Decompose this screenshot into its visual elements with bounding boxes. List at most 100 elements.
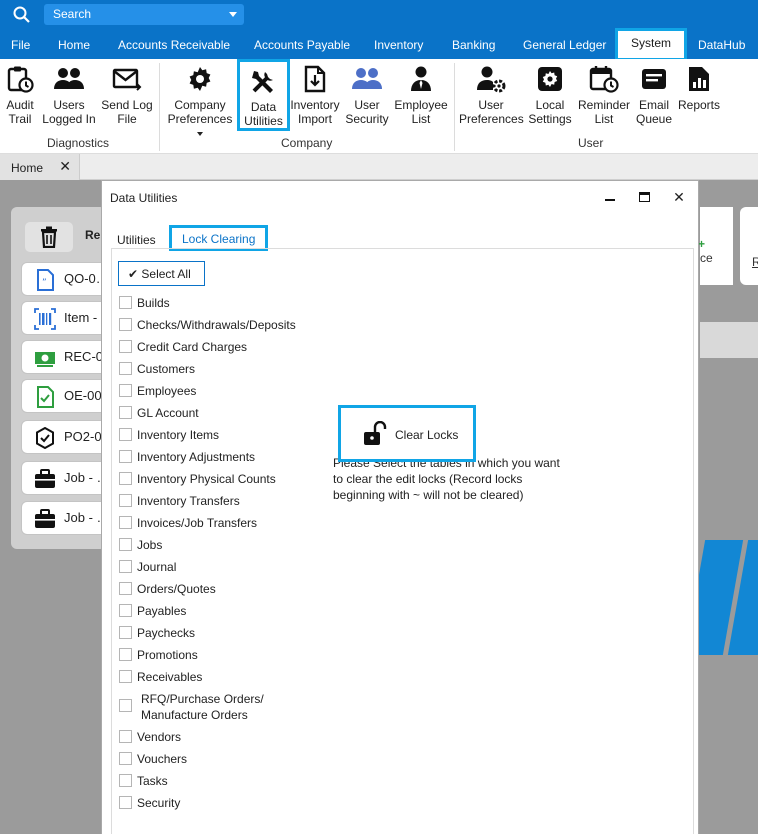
checkbox[interactable] bbox=[119, 796, 132, 809]
company-preferences-label-2: Preferences bbox=[164, 112, 236, 140]
checkbox[interactable] bbox=[119, 450, 132, 463]
checkbox[interactable] bbox=[119, 428, 132, 441]
recent-item[interactable]: Job - … bbox=[21, 501, 111, 535]
recent-item[interactable]: PO2-0… bbox=[21, 420, 111, 454]
maximize-box bbox=[638, 192, 650, 202]
tab-home[interactable]: Home ✕ bbox=[0, 154, 80, 180]
checkbox-label: Inventory Adjustments bbox=[137, 450, 256, 464]
background-card-text: ce bbox=[700, 251, 713, 265]
inventory-import-label-1: Inventory bbox=[290, 98, 340, 112]
minimize-icon[interactable] bbox=[600, 187, 620, 207]
quote-doc-icon: ” bbox=[37, 269, 54, 291]
ribbon-separator bbox=[159, 63, 160, 151]
data-utilities-button[interactable]: Data Utilities bbox=[237, 59, 290, 131]
barcode-icon bbox=[34, 308, 56, 330]
users-logged-in-button[interactable]: Users Logged In bbox=[40, 65, 98, 126]
checkbox[interactable] bbox=[119, 318, 132, 331]
checkbox-label: Payables bbox=[137, 604, 187, 618]
inventory-import-button[interactable]: Inventory Import bbox=[289, 65, 341, 126]
checkbox[interactable] bbox=[119, 494, 132, 507]
checkbox[interactable] bbox=[119, 670, 132, 683]
email-queue-button[interactable]: Email Queue bbox=[634, 65, 674, 126]
company-preferences-label-1: Company bbox=[174, 98, 226, 112]
checkbox[interactable] bbox=[119, 538, 132, 551]
briefcase-icon bbox=[35, 509, 55, 528]
audit-trail-button[interactable]: Audit Trail bbox=[4, 65, 36, 126]
select-all-button[interactable]: ✔ Select All bbox=[118, 261, 205, 286]
recent-item[interactable]: Job - … bbox=[21, 461, 111, 495]
checkbox[interactable] bbox=[119, 362, 132, 375]
tab-home-label: Home bbox=[11, 161, 44, 175]
user-security-button[interactable]: User Security bbox=[343, 65, 391, 126]
checkbox[interactable] bbox=[119, 406, 132, 419]
recent-item[interactable]: ” QO-0… bbox=[21, 262, 111, 296]
chevron-down-icon[interactable] bbox=[229, 12, 237, 17]
group-user: User bbox=[578, 136, 604, 150]
checkbox-label: Tasks bbox=[137, 774, 168, 788]
close-icon[interactable]: ✕ bbox=[59, 158, 71, 175]
inventory-import-label-2: Import bbox=[297, 112, 332, 126]
checkbox[interactable] bbox=[119, 626, 132, 639]
reminder-list-label-1: Reminder bbox=[577, 98, 631, 112]
email-queue-icon bbox=[642, 69, 666, 89]
menu-inventory[interactable]: Inventory bbox=[374, 30, 423, 59]
checkbox[interactable] bbox=[119, 648, 132, 661]
menu-banking[interactable]: Banking bbox=[452, 30, 495, 59]
checkbox[interactable] bbox=[119, 604, 132, 617]
checkbox[interactable] bbox=[119, 699, 132, 712]
background-card: R bbox=[740, 207, 758, 285]
send-log-file-button[interactable]: Send Log File bbox=[100, 65, 154, 126]
menu-file[interactable]: File bbox=[11, 30, 30, 59]
main-menu: File Home Accounts Receivable Accounts P… bbox=[0, 28, 758, 61]
search-input[interactable]: Search bbox=[44, 4, 244, 25]
employee-list-button[interactable]: Employee List bbox=[394, 65, 448, 126]
checkbox-label: Invoices/Job Transfers bbox=[137, 516, 258, 530]
menu-datahub[interactable]: DataHub bbox=[698, 30, 745, 59]
checkbox-label: Paychecks bbox=[137, 626, 196, 640]
reports-button[interactable]: Reports bbox=[677, 65, 721, 112]
reminder-list-button[interactable]: Reminder List bbox=[576, 65, 632, 126]
company-preferences-button[interactable]: Company Preferences bbox=[164, 65, 236, 140]
local-settings-button[interactable]: Local Settings bbox=[526, 65, 574, 126]
recent-item[interactable]: REC-0… bbox=[21, 340, 111, 374]
email-queue-label-1: Email bbox=[638, 98, 669, 112]
checkbox-label: Orders/Quotes bbox=[137, 582, 216, 596]
checkbox[interactable] bbox=[119, 582, 132, 595]
checkbox[interactable] bbox=[119, 774, 132, 787]
checkbox[interactable] bbox=[119, 730, 132, 743]
user-preferences-button[interactable]: User Preferences bbox=[459, 65, 524, 126]
clear-locks-label: Clear Locks bbox=[395, 428, 459, 442]
checkbox-label: RFQ/Purchase Orders/ bbox=[141, 692, 264, 706]
employee-list-label-2: List bbox=[411, 112, 431, 126]
minimize-bar bbox=[605, 199, 615, 201]
reminder-list-label-2: List bbox=[594, 112, 614, 126]
checkbox[interactable] bbox=[119, 472, 132, 485]
checkbox[interactable] bbox=[119, 384, 132, 397]
recent-item[interactable]: OE-00… bbox=[21, 379, 111, 413]
checkbox[interactable] bbox=[119, 752, 132, 765]
users-logged-in-label-2: Logged In bbox=[42, 112, 96, 126]
recent-item[interactable]: Item - … bbox=[21, 301, 111, 335]
close-icon[interactable]: ✕ bbox=[669, 187, 689, 207]
checkbox[interactable] bbox=[119, 560, 132, 573]
employee-icon bbox=[411, 66, 431, 91]
menu-accounts-receivable[interactable]: Accounts Receivable bbox=[118, 30, 230, 59]
search-icon[interactable] bbox=[12, 5, 32, 25]
checkbox-label: Jobs bbox=[137, 538, 163, 552]
trash-button[interactable] bbox=[25, 222, 73, 252]
checkbox[interactable] bbox=[119, 516, 132, 529]
menu-system[interactable]: System bbox=[615, 28, 688, 61]
menu-home[interactable]: Home bbox=[58, 30, 90, 59]
checkbox[interactable] bbox=[119, 296, 132, 309]
checkbox-label: Vendors bbox=[137, 730, 182, 744]
checkbox-label: Security bbox=[137, 796, 181, 810]
maximize-icon[interactable] bbox=[634, 187, 654, 207]
lock-clearing-panel: ✔ Select All Builds Checks/Withdrawals/D… bbox=[111, 248, 694, 834]
instructions-line-3: beginning with ~ will not be cleared) bbox=[333, 488, 524, 502]
menu-general-ledger[interactable]: General Ledger bbox=[523, 30, 606, 59]
clear-locks-button[interactable]: Clear Locks bbox=[338, 405, 476, 462]
recent-panel bbox=[11, 207, 106, 549]
checkbox[interactable] bbox=[119, 340, 132, 353]
menu-accounts-payable[interactable]: Accounts Payable bbox=[254, 30, 350, 59]
clipboard-clock-icon bbox=[7, 66, 34, 93]
